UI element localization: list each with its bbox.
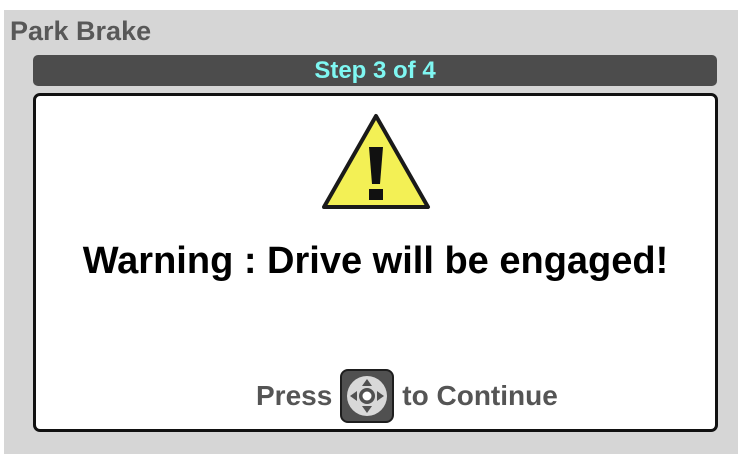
step-indicator-bar: Step 3 of 4 [33,55,717,86]
directional-pad-icon[interactable] [340,369,395,423]
warning-triangle-icon [322,114,430,209]
step-indicator-label: Step 3 of 4 [314,57,436,84]
continue-prompt: Press to Continue [256,368,558,424]
warning-message: Warning : Drive will be engaged! [82,240,669,282]
continue-prompt-to-continue: to Continue [402,380,558,411]
screen: Park Brake Step 3 of 4 Warning : Drive w… [4,10,738,454]
continue-prompt-press: Press [256,380,333,411]
screen-title: Park Brake [10,16,152,46]
warning-dialog: Warning : Drive will be engaged! Press t… [33,93,718,432]
